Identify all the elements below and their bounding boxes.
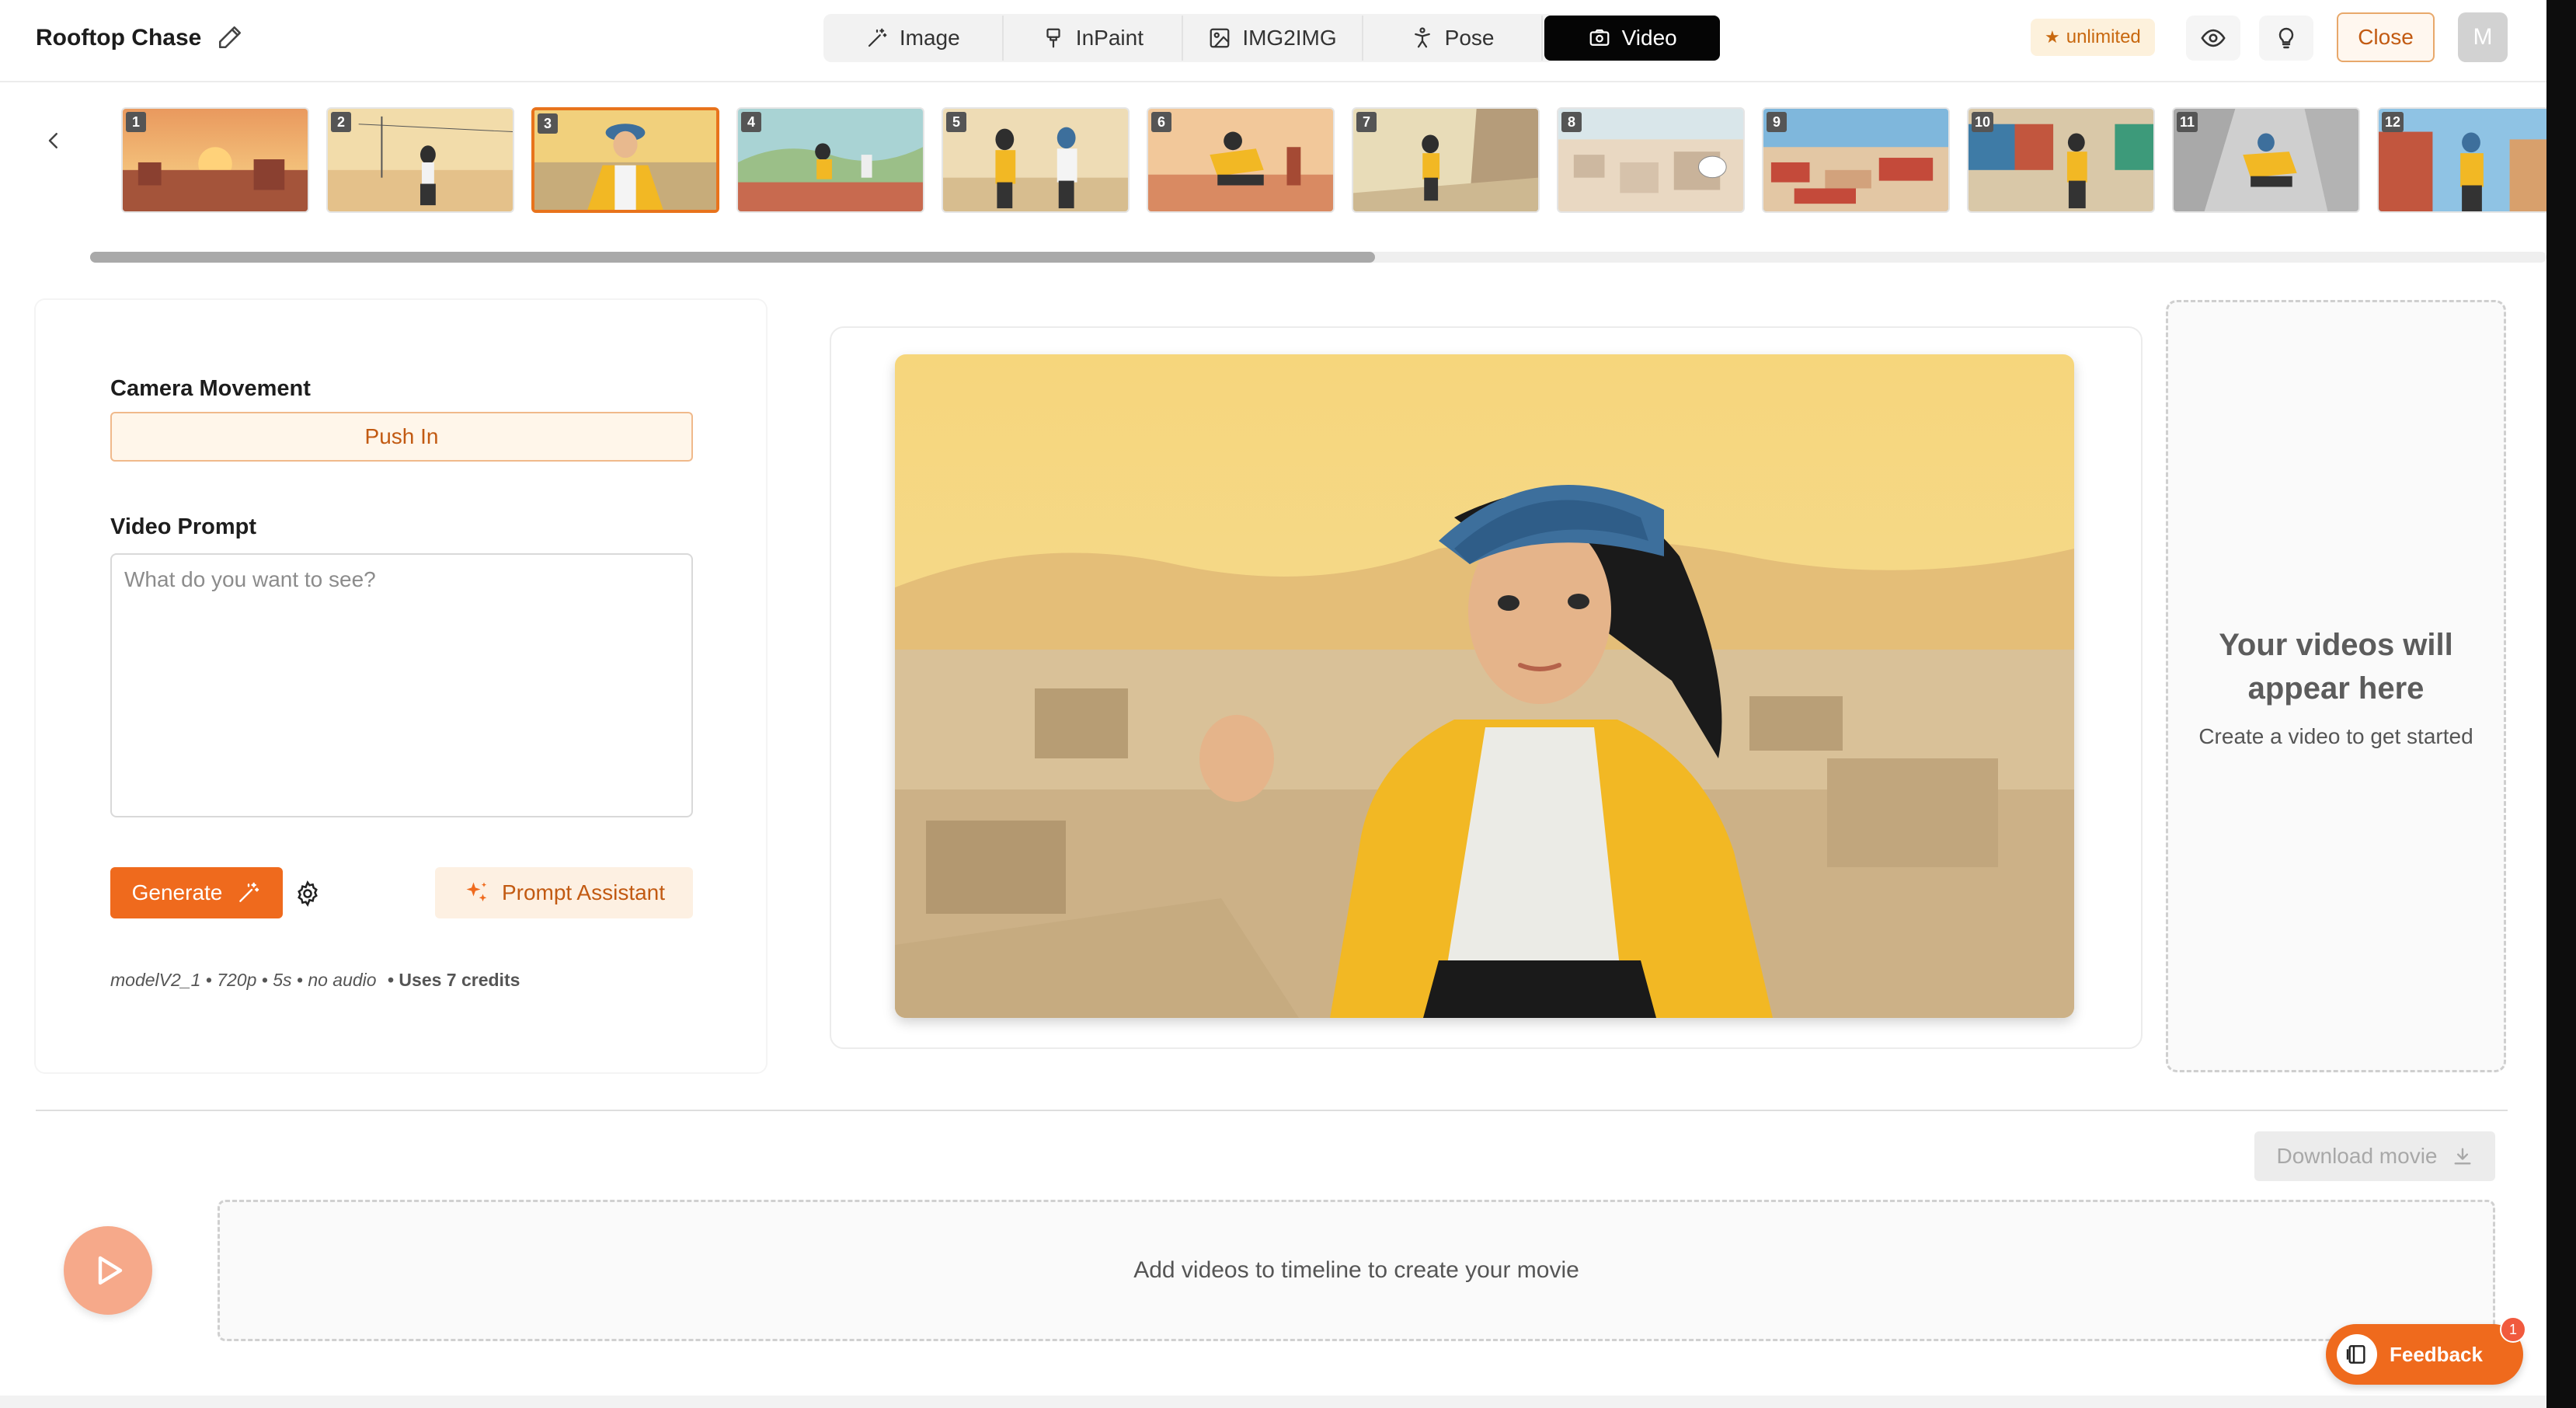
frame-number: 11: [2177, 112, 2198, 132]
tips-button[interactable]: [2259, 16, 2313, 61]
magic-wand-icon: [239, 882, 259, 902]
plan-badge: ★ unlimited: [2031, 19, 2155, 56]
preview-panel: [803, 300, 2163, 1072]
frame-thumbnail[interactable]: 12: [2377, 107, 2546, 213]
chevron-left-icon: [48, 133, 57, 148]
filmstrip-scrollbar[interactable]: [90, 252, 2546, 263]
frame-thumbnail[interactable]: 11: [2172, 107, 2360, 213]
brush-icon: [1046, 28, 1060, 48]
close-button[interactable]: Close: [2337, 12, 2435, 62]
video-icon: [1589, 29, 1609, 46]
play-movie-button[interactable]: [64, 1226, 152, 1315]
frame-number: 5: [946, 112, 966, 132]
top-bar: Rooftop Chase Image InPaint IMG2IMG Pose…: [0, 0, 2546, 82]
tab-label: Image: [899, 26, 960, 50]
frame-thumbnail[interactable]: 1: [121, 107, 309, 213]
lightbulb-icon: [2278, 27, 2294, 49]
bottom-bar: [0, 1396, 2546, 1408]
tab-label: Video: [1621, 26, 1677, 50]
model-spec: modelV2_1 • 720p • 5s • no audio: [110, 970, 377, 990]
generation-settings-button[interactable]: [292, 878, 323, 909]
feedback-label: Feedback: [2390, 1342, 2483, 1366]
camera-movement-select[interactable]: Push In: [110, 412, 693, 462]
frame-thumbnail[interactable]: 4: [736, 107, 924, 213]
gear-icon: [298, 880, 318, 907]
credits-cost: • Uses 7 credits: [387, 970, 520, 990]
eye-icon: [2201, 29, 2226, 47]
generate-button[interactable]: Generate: [110, 867, 283, 918]
tab-label: Pose: [1444, 26, 1495, 50]
download-movie-button[interactable]: Download movie: [2254, 1131, 2495, 1181]
section-divider: [36, 1110, 2508, 1111]
frame-thumbnail[interactable]: 10: [1967, 107, 2155, 213]
sparkles-icon: [466, 882, 487, 902]
videos-empty-subtitle: Create a video to get started: [2198, 724, 2473, 748]
frame-thumbnail[interactable]: 7: [1352, 107, 1540, 213]
avatar[interactable]: M: [2458, 12, 2508, 62]
timeline-dropzone[interactable]: Add videos to timeline to create your mo…: [218, 1200, 2495, 1341]
video-settings-panel: Camera Movement Push In Video Prompt Gen…: [36, 300, 766, 1072]
image-icon: [1210, 28, 1230, 48]
model-info: modelV2_1 • 720p • 5s • no audio • Uses …: [110, 970, 520, 991]
feedback-icon: [2337, 1334, 2377, 1375]
videos-empty-title: Your videos will appear here: [2219, 628, 2453, 706]
timeline-empty-text: Add videos to timeline to create your mo…: [1133, 1257, 1579, 1283]
video-prompt-input[interactable]: [110, 553, 693, 817]
tab-image[interactable]: Image: [823, 16, 1004, 61]
frame-thumbnail[interactable]: 8: [1557, 107, 1745, 213]
feedback-count-badge: 1: [2500, 1316, 2526, 1343]
filmstrip: 1 2 3 4 5 6 7 8 9 10 11 12: [121, 106, 2546, 214]
selected-frame-preview-image: [895, 354, 2074, 1018]
tab-inpaint[interactable]: InPaint: [1004, 16, 1184, 61]
prompt-assistant-button[interactable]: Prompt Assistant: [435, 867, 693, 918]
frame-number: 1: [126, 112, 146, 132]
download-movie-label: Download movie: [2276, 1144, 2438, 1168]
pose-icon: [1414, 27, 1430, 48]
frame-number: 4: [741, 112, 761, 132]
tab-label: IMG2IMG: [1242, 26, 1337, 50]
frame-thumbnail-selected[interactable]: 3: [531, 107, 719, 213]
play-icon: [98, 1256, 123, 1285]
prompt-assistant-label: Prompt Assistant: [501, 880, 666, 904]
frame-thumbnail[interactable]: 5: [942, 107, 1130, 213]
preview-toggle-button[interactable]: [2186, 16, 2240, 61]
camera-movement-label: Camera Movement: [110, 376, 311, 401]
frame-number: 3: [538, 113, 558, 134]
plan-badge-label: unlimited: [2066, 26, 2141, 47]
frame-number: 6: [1151, 112, 1171, 132]
tab-video[interactable]: Video: [1544, 16, 1720, 61]
frame-number: 12: [2382, 112, 2404, 132]
window-edge: [2546, 0, 2576, 1408]
frame-number: 7: [1356, 112, 1377, 132]
frame-thumbnail[interactable]: 6: [1147, 107, 1335, 213]
generate-label: Generate: [131, 880, 223, 904]
edit-title-pencil-icon[interactable]: [214, 22, 245, 53]
frame-number: 2: [331, 112, 351, 132]
tab-pose[interactable]: Pose: [1363, 16, 1544, 61]
filmstrip-prev-button[interactable]: [37, 124, 70, 157]
video-prompt-label: Video Prompt: [110, 514, 256, 539]
filmstrip-scrollbar-thumb[interactable]: [90, 252, 1375, 263]
tab-label: InPaint: [1075, 26, 1144, 50]
frame-thumbnail[interactable]: 9: [1762, 107, 1950, 213]
wand-icon: [868, 28, 887, 47]
mode-tabs: Image InPaint IMG2IMG Pose Video: [823, 14, 1720, 62]
generated-videos-panel: Your videos will appear here Create a vi…: [2166, 300, 2506, 1072]
project-title: Rooftop Chase: [36, 25, 202, 51]
star-icon: ★: [2045, 27, 2060, 47]
tab-img2img[interactable]: IMG2IMG: [1183, 16, 1363, 61]
feedback-button[interactable]: Feedback: [2326, 1324, 2523, 1385]
frame-number: 8: [1561, 112, 1582, 132]
frame-number: 9: [1767, 112, 1787, 132]
frame-thumbnail[interactable]: 2: [326, 107, 514, 213]
download-icon: [2454, 1148, 2470, 1165]
frame-number: 10: [1972, 112, 1994, 132]
